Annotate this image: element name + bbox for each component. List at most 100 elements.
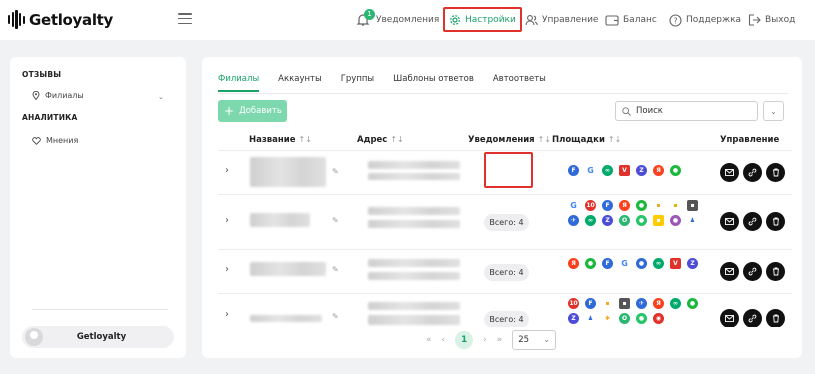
platform-icon: V xyxy=(619,165,630,176)
trash-icon[interactable] xyxy=(766,212,785,231)
logout-icon xyxy=(748,14,761,26)
bell-icon: 1 xyxy=(356,9,375,27)
platform-icons: F G ∞ V Z Я ● xyxy=(568,165,708,176)
sidebar-item-branches[interactable]: Филиалы xyxy=(32,91,84,100)
address-redacted xyxy=(368,173,460,180)
tab-reply-templates[interactable]: Шаблоны ответов xyxy=(393,74,474,92)
page-size-select[interactable]: 25 ⌄ xyxy=(512,330,557,350)
nav-support[interactable]: ? Поддержка xyxy=(669,10,741,30)
prev-page-icon[interactable]: ‹ xyxy=(442,335,446,345)
google-icon: G xyxy=(619,258,630,269)
tab-autoreplies[interactable]: Автоответы xyxy=(493,74,546,92)
edit-icon[interactable]: ✎ xyxy=(332,312,339,321)
expand-row-icon[interactable]: › xyxy=(225,215,229,226)
menu-toggle-icon[interactable] xyxy=(178,13,192,24)
mail-icon[interactable] xyxy=(720,163,739,182)
nav-settings[interactable]: Настройки xyxy=(443,7,522,32)
column-header-address[interactable]: Адрес ↑↓ xyxy=(357,135,404,145)
table-row[interactable]: › ✎ F G ∞ V Z Я ● xyxy=(218,150,792,194)
mail-icon[interactable] xyxy=(720,212,739,231)
chevron-down-icon[interactable]: ⌄ xyxy=(158,93,164,101)
tab-branches[interactable]: Филиалы xyxy=(218,74,260,92)
google-icon: G xyxy=(568,200,579,211)
nav-balance[interactable]: Баланс xyxy=(605,10,657,30)
top-bar: Getloyalty 1 Уведомления Настройки Управ… xyxy=(0,0,815,40)
filter-dropdown-button[interactable]: ⌄ xyxy=(763,101,784,121)
next-page-icon[interactable]: › xyxy=(483,335,487,345)
platform-icon: Z xyxy=(636,165,647,176)
wallet-icon xyxy=(605,15,619,26)
column-header-platforms[interactable]: Площадки ↑↓ xyxy=(552,135,621,145)
edit-icon[interactable]: ✎ xyxy=(332,265,339,274)
platform-icon: ◉ xyxy=(653,313,664,324)
address-redacted xyxy=(368,220,460,228)
sidebar: ОТЗЫВЫ Филиалы ⌄ АНАЛИТИКА Мнения Getloy… xyxy=(10,57,186,358)
tripadvisor-icon: ∞ xyxy=(670,298,681,309)
table-row[interactable]: › ✎ Всего: 4 Я ● F G ● ∞ V Z xyxy=(218,249,792,293)
platform-icon: Z xyxy=(687,258,698,269)
platform-icon: ▪ xyxy=(670,200,681,211)
expand-row-icon[interactable]: › xyxy=(225,309,229,320)
page-number-current[interactable]: 1 xyxy=(455,331,474,349)
search-input[interactable]: Поиск xyxy=(615,101,758,121)
platform-icon: ♟ xyxy=(687,215,698,226)
help-icon: ? xyxy=(669,13,682,27)
nav-management[interactable]: Управление xyxy=(525,10,598,30)
last-page-icon[interactable]: » xyxy=(497,335,503,345)
notifications-cell-highlight[interactable] xyxy=(484,152,533,188)
tab-accounts[interactable]: Аккаунты xyxy=(278,74,322,92)
platform-icon: ✈ xyxy=(636,298,647,309)
sidebar-item-opinions[interactable]: Мнения xyxy=(32,136,78,145)
tabs: Филиалы Аккаунты Группы Шаблоны ответов … xyxy=(218,74,565,92)
address-redacted xyxy=(368,259,460,267)
nav-support-label: Поддержка xyxy=(686,15,742,25)
logo[interactable]: Getloyalty xyxy=(8,10,113,29)
platform-icon: ● xyxy=(670,215,681,226)
user-profile[interactable]: Getloyalty xyxy=(22,326,174,348)
link-icon[interactable] xyxy=(743,212,762,231)
column-header-notifications[interactable]: Уведомления ↑↓ xyxy=(468,135,551,145)
column-header-name[interactable]: Название ↑↓ xyxy=(249,135,312,145)
main-panel: Филиалы Аккаунты Группы Шаблоны ответов … xyxy=(202,57,802,358)
expand-row-icon[interactable]: › xyxy=(225,165,229,176)
column-header-actions: Управление xyxy=(720,135,780,145)
svg-text:?: ? xyxy=(673,16,677,25)
link-icon[interactable] xyxy=(743,163,762,182)
tripadvisor-icon: ∞ xyxy=(653,258,664,269)
tripadvisor-icon: ∞ xyxy=(585,215,596,226)
mail-icon[interactable] xyxy=(720,262,739,281)
trash-icon[interactable] xyxy=(766,309,785,327)
first-page-icon[interactable]: « xyxy=(426,335,432,345)
nav-logout[interactable]: Выход xyxy=(748,10,795,30)
platform-icon: F xyxy=(602,200,613,211)
platform-icon: ● xyxy=(636,258,647,269)
table-row[interactable]: › ✎ Всего: 4 10 F ▪ ▪ ✈ Я ∞ ● Z ♟ ✱ O ● … xyxy=(218,293,792,327)
mail-icon[interactable] xyxy=(720,309,739,327)
edit-icon[interactable]: ✎ xyxy=(332,167,339,176)
tab-groups[interactable]: Группы xyxy=(341,74,374,92)
platform-icon: ● xyxy=(670,165,681,176)
platform-icon: ▪ xyxy=(687,200,698,211)
row-actions xyxy=(720,212,785,231)
nav-notifications[interactable]: 1 Уведомления xyxy=(356,9,439,30)
edit-icon[interactable]: ✎ xyxy=(332,216,339,225)
link-icon[interactable] xyxy=(743,309,762,327)
add-branch-button[interactable]: + Добавить xyxy=(218,100,287,122)
location-pin-icon xyxy=(32,91,40,100)
notifications-total: Всего: 4 xyxy=(484,214,529,231)
platform-icon: ✈ xyxy=(568,215,579,226)
link-icon[interactable] xyxy=(743,262,762,281)
branch-name-redacted xyxy=(250,315,322,322)
sidebar-divider xyxy=(32,309,168,310)
expand-row-icon[interactable]: › xyxy=(225,264,229,275)
sort-icon: ↑↓ xyxy=(298,135,312,144)
branch-name-redacted xyxy=(250,262,326,276)
table-row[interactable]: › ✎ Всего: 4 G 10 F Я ● ▪ ▪ ▪ ✈ ∞ Z O ● … xyxy=(218,194,792,249)
platform-icon: ▪ xyxy=(602,298,613,309)
heart-icon xyxy=(32,136,41,145)
yandex-icon: Я xyxy=(619,200,630,211)
trash-icon[interactable] xyxy=(766,163,785,182)
platform-icon: ● xyxy=(585,258,596,269)
pagination: « ‹ 1 › » 25 ⌄ xyxy=(426,330,557,350)
trash-icon[interactable] xyxy=(766,262,785,281)
